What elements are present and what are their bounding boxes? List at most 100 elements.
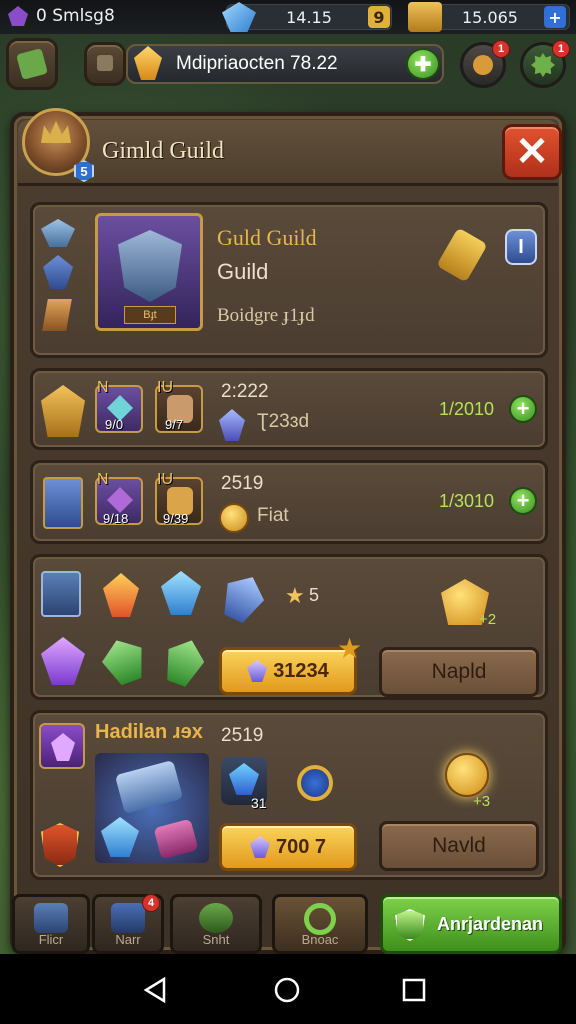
map-button[interactable] (6, 38, 58, 90)
bottom-nav: Flicr Narr 4 Snht Bnoac Anrjardenan (0, 894, 576, 954)
gold-count: 15.065 (462, 7, 518, 27)
nav-tab-1[interactable]: Flicr (12, 894, 90, 954)
rune-icon (43, 255, 73, 289)
primary-action-label: Anrjardenan (436, 913, 543, 934)
row3-reward-plus: +2 (479, 611, 497, 628)
close-icon: ✕ (515, 130, 549, 174)
mail-icon (473, 55, 493, 75)
frame-icon (41, 571, 81, 617)
row2-item-2-label: IU (157, 471, 173, 488)
gear-icon (531, 53, 555, 77)
resource-row-2: N 9/18 IU 9/39 2519 Fiat 1/3010 + (30, 460, 548, 544)
recents-icon[interactable] (400, 976, 428, 1004)
bag-icon (199, 903, 233, 933)
status-bar: 0 Smlsg8 14.15 9 15.065 + (0, 0, 576, 34)
map-icon (16, 48, 48, 80)
info-button[interactable]: I (505, 229, 537, 265)
shop-row-1: ★ 5 31234 ★ +2 Napld (30, 554, 548, 700)
row3-action-label: Napld (431, 660, 487, 683)
diamond-icon (247, 660, 268, 682)
hammer-frame (95, 753, 209, 863)
nav-tab-1-label: Flicr (38, 932, 64, 947)
row4-buy-button[interactable]: 700 7 (219, 823, 357, 871)
row4-title: Hadilan ɹɘx (95, 721, 203, 743)
star-icon: ★ (285, 583, 305, 608)
row4-item-count: 31 (251, 795, 267, 811)
amethyst-icon (41, 637, 85, 685)
gold-coin-reward-icon (445, 753, 489, 797)
guild-badge-text: Boidgre ɟ1ɟd (217, 305, 315, 326)
green-shield-icon (395, 909, 425, 941)
bonus-star-icon: ★ (337, 633, 363, 664)
blue-crystal-icon (219, 409, 245, 441)
row3-action-button[interactable]: Napld (379, 647, 539, 697)
home-icon[interactable] (273, 976, 301, 1004)
inventory-icon (97, 55, 113, 71)
row2-item-1-label: N (97, 471, 109, 488)
top-hud: Mdipriaocten 78.22 ✚ 1 1 (0, 38, 576, 94)
row1-add-button[interactable]: + (509, 395, 537, 423)
event-banner-text: Mdipriaocten 78.22 (176, 53, 338, 74)
gold-plus-button[interactable]: + (544, 6, 566, 28)
purple-gem-icon (107, 487, 133, 513)
fire-gem-icon (103, 573, 139, 617)
ring-icon (304, 903, 336, 935)
inventory-button[interactable] (84, 42, 126, 86)
emblem-label: Bɟt (124, 306, 176, 324)
row3-stars: 5 (309, 585, 320, 605)
row4-reward-plus: +3 (473, 793, 491, 810)
row1-item-2-count: 9/7 (165, 417, 184, 432)
row4-action-button[interactable]: Navld (379, 821, 539, 871)
close-button[interactable]: ✕ (502, 124, 562, 180)
diamond-icon (249, 836, 270, 858)
row2-sub: Fiat (257, 505, 289, 526)
row1-sub: Ʈ23ɜd (257, 411, 310, 432)
row1-amount: 2:222 (221, 381, 269, 402)
emerald-cluster-icon (97, 633, 152, 689)
shard-icon (215, 569, 271, 628)
knight-helmet-icon (118, 230, 182, 302)
ice-shard-icon (101, 817, 139, 857)
android-navigation-bar (0, 954, 576, 1024)
pink-ore-icon (153, 818, 199, 860)
amulet-icon (297, 765, 333, 801)
settings-badge: 1 (552, 40, 570, 58)
ice-gem-icon (161, 571, 201, 615)
row1-item-1-label: N (97, 379, 109, 396)
resource-row-1: N 9/0 IU 9/7 2:222 Ʈ23ɜd 1/2010 + (30, 368, 548, 450)
gem-count: 14.15 (286, 7, 332, 27)
nav-tab-3-label: Snht (202, 932, 230, 947)
mail-badge: 1 (492, 40, 510, 58)
nav-tab-4[interactable]: Bnoac (272, 894, 368, 954)
row2-item-2-count: 9/39 (163, 511, 189, 526)
purple-gem-icon (8, 6, 28, 26)
row2-item-1-count: 9/18 (103, 511, 129, 526)
red-shield-icon (41, 823, 79, 867)
gold-plus-label: + (548, 7, 562, 27)
hammer-icon (114, 759, 184, 815)
nav-tab-3[interactable]: Snht (170, 894, 262, 954)
row4-action-label: Navld (432, 834, 486, 857)
nav-tab-2-badge: 4 (142, 894, 160, 912)
nav-tab-2-label: Narr (115, 932, 141, 947)
row2-progress: 1/3010 (439, 491, 495, 511)
panel-title: Gimld Guild (102, 138, 225, 164)
back-icon[interactable] (142, 976, 170, 1004)
primary-action-button[interactable]: Anrjardenan (380, 894, 562, 954)
guild-panel: 5 Gimld Guild ✕ Bɟt Guld Guild Guild Boi… (10, 108, 566, 954)
event-banner[interactable]: Mdipriaocten 78.22 (126, 44, 444, 84)
banner-add-icon[interactable]: ✚ (406, 48, 440, 80)
guild-name: Guld Guild (217, 225, 317, 250)
gem-plus-button[interactable]: 9 (368, 6, 390, 28)
crown-icon (41, 121, 71, 143)
row4-buy-value: 700 7 (275, 835, 327, 858)
status-left: 0 Smlsg8 (8, 6, 115, 26)
row1-item-2-label: IU (157, 379, 173, 396)
wing-icon (41, 219, 75, 247)
guild-emblem[interactable]: Bɟt (95, 213, 203, 331)
row2-add-button[interactable]: + (509, 487, 537, 515)
row4-amount: 2519 (221, 725, 264, 746)
info-label: I (518, 235, 524, 258)
potion-icon (436, 227, 488, 283)
guild-info-card: Bɟt Guld Guild Guild Boidgre ɟ1ɟd I (30, 202, 548, 358)
